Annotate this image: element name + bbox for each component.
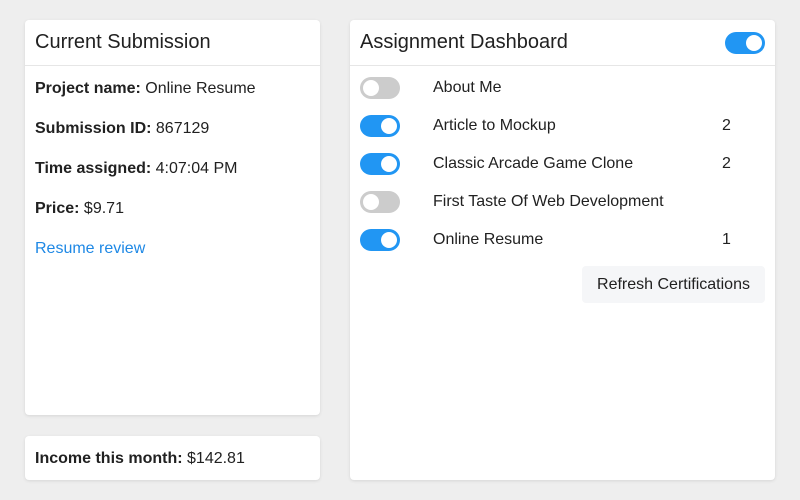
toggle-knob — [381, 118, 397, 134]
project-count: 2 — [722, 117, 731, 134]
project-name: First Taste Of Web Development — [433, 193, 664, 210]
price-field: Price: $9.71 — [35, 200, 124, 218]
project-row-about-me: About Me — [360, 76, 765, 100]
toggle-about-me[interactable] — [360, 77, 400, 99]
time-assigned-field: Time assigned: 4:07:04 PM — [35, 160, 237, 178]
project-name: Classic Arcade Game Clone — [433, 155, 634, 172]
time-assigned-label: Time assigned: — [35, 160, 152, 177]
project-name: Article to Mockup — [433, 117, 556, 134]
project-name-field: Project name: Online Resume — [35, 80, 256, 98]
toggle-article-to-mockup[interactable] — [360, 115, 400, 137]
project-row-classic-arcade: Classic Arcade Game Clone 2 — [360, 152, 765, 176]
dashboard-header: Assignment Dashboard — [350, 20, 775, 66]
time-assigned-value: 4:07:04 PM — [155, 160, 238, 177]
project-count: 1 — [722, 231, 731, 248]
submission-id-field: Submission ID: 867129 — [35, 120, 209, 138]
price-label: Price: — [35, 200, 80, 217]
project-row-online-resume: Online Resume 1 — [360, 228, 765, 252]
master-toggle[interactable] — [725, 31, 765, 54]
toggle-knob — [381, 156, 397, 172]
project-name-value: Online Resume — [145, 80, 256, 97]
current-submission-title: Current Submission — [25, 20, 320, 66]
income-value: $142.81 — [187, 450, 245, 467]
toggle-classic-arcade[interactable] — [360, 153, 400, 175]
project-row-article-to-mockup: Article to Mockup 2 — [360, 114, 765, 138]
assignment-dashboard-card: Assignment Dashboard About Me Article to… — [350, 20, 775, 480]
price-value: $9.71 — [83, 200, 124, 217]
income-label: Income this month: — [35, 450, 183, 467]
toggle-knob — [381, 232, 397, 248]
refresh-certifications-button[interactable]: Refresh Certifications — [582, 266, 765, 303]
toggle-knob — [363, 194, 379, 210]
toggle-first-taste[interactable] — [360, 191, 400, 213]
project-row-first-taste: First Taste Of Web Development — [360, 190, 765, 214]
project-name: Online Resume — [433, 231, 544, 248]
resume-review-link[interactable]: Resume review — [35, 240, 145, 257]
income-card: Income this month: $142.81 — [25, 436, 320, 480]
project-name: About Me — [433, 79, 502, 96]
submission-id-value: 867129 — [155, 120, 210, 137]
current-submission-card: Current Submission Project name: Online … — [25, 20, 320, 415]
toggle-knob — [363, 80, 379, 96]
dashboard-title: Assignment Dashboard — [360, 31, 568, 53]
submission-id-label: Submission ID: — [35, 120, 152, 137]
toggle-online-resume[interactable] — [360, 229, 400, 251]
project-count: 2 — [722, 155, 731, 172]
toggle-knob — [746, 34, 762, 51]
project-name-label: Project name: — [35, 80, 141, 97]
review-link-wrap: Resume review — [35, 240, 145, 258]
income-field: Income this month: $142.81 — [35, 450, 245, 468]
